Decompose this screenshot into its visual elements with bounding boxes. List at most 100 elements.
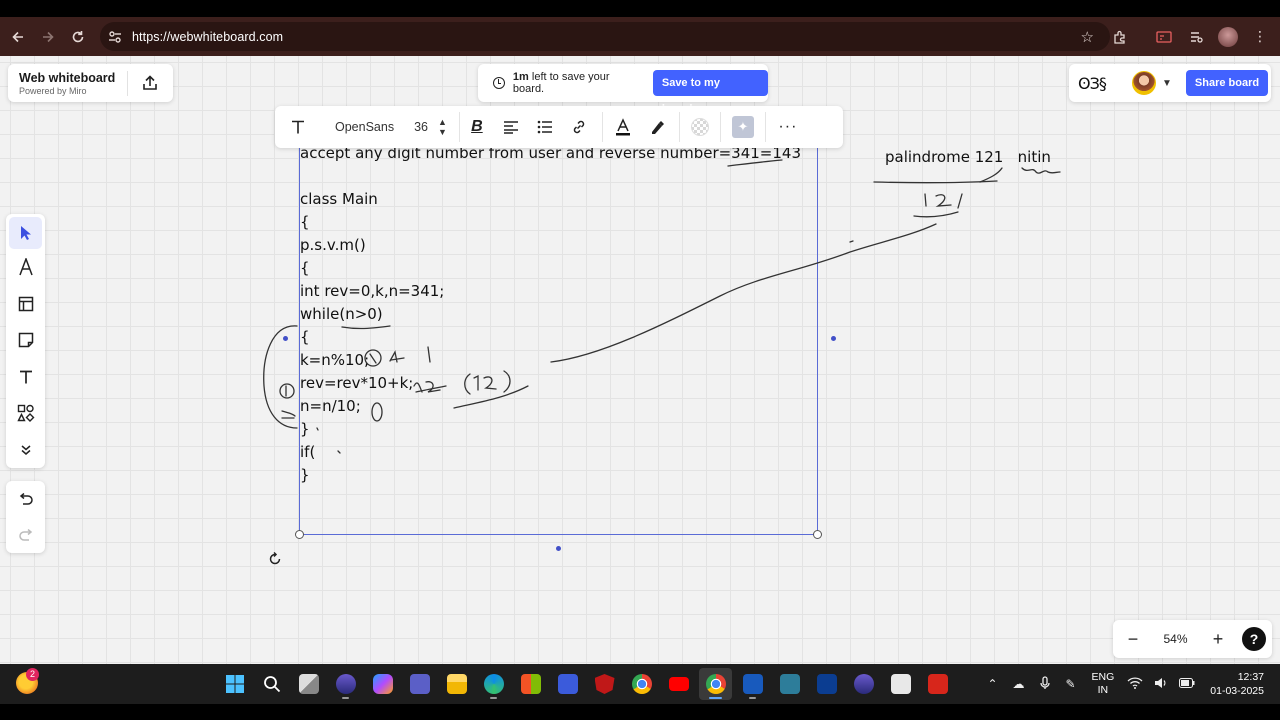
onedrive-cloud-icon[interactable]: ☁ <box>1006 677 1032 691</box>
reactions-icon[interactable]: ʘЗ§ <box>1078 74 1116 93</box>
app-icon[interactable] <box>551 668 584 700</box>
url-text[interactable]: https://webwhiteboard.com <box>132 30 283 44</box>
font-size-value[interactable]: 36 <box>414 106 428 148</box>
palindrome-label: palindrome 121 <box>885 148 1004 166</box>
font-family-dropdown[interactable]: OpenSans <box>321 106 408 148</box>
share-panel: ʘЗ§ ▼ Share board <box>1069 64 1271 102</box>
word-icon[interactable] <box>736 668 769 700</box>
extensions-icon[interactable] <box>1106 23 1134 51</box>
menu-kebab-icon[interactable]: ⋮ <box>1246 23 1274 51</box>
code-line: p.s.v.m() <box>300 236 366 254</box>
teams-icon[interactable] <box>403 668 436 700</box>
more-tools-chevron-icon[interactable] <box>9 432 42 469</box>
clock-time: 12:37 <box>1237 671 1264 683</box>
user-avatar[interactable] <box>1132 71 1156 95</box>
code-line: int rev=0,k,n=341; <box>300 282 445 300</box>
mcafee-icon[interactable] <box>588 668 621 700</box>
code-line: k=n%10; <box>300 351 370 369</box>
align-left-icon[interactable] <box>494 106 528 148</box>
sticky-note-icon[interactable] <box>9 322 42 359</box>
chevron-up-icon[interactable]: ▲ <box>438 117 447 127</box>
text-tool-icon[interactable] <box>9 359 42 396</box>
export-upload-icon[interactable] <box>128 75 172 91</box>
whiteboard-canvas[interactable]: accept any digit number from user and re… <box>0 56 1280 664</box>
language-indicator[interactable]: ENG IN <box>1092 671 1115 697</box>
reload-icon[interactable] <box>63 22 93 52</box>
wifi-icon[interactable] <box>1122 676 1148 692</box>
pen-tool-icon[interactable] <box>9 249 42 286</box>
pen-icon[interactable]: ✎ <box>1058 677 1084 691</box>
ink-bracket <box>263 325 298 429</box>
site-settings-icon[interactable] <box>108 30 130 44</box>
media-control-icon[interactable] <box>1182 23 1210 51</box>
clock-date[interactable]: 12:37 01-03-2025 <box>1210 670 1264 698</box>
windows-taskbar: 2 ⌃ ☁ ✎ ENG IN 12:37 01-03-2025 <box>0 664 1280 704</box>
chevron-up-icon[interactable]: ⌃ <box>980 677 1006 691</box>
chrome-icon[interactable] <box>625 668 658 700</box>
select-cursor-icon[interactable] <box>9 217 42 249</box>
task-view-icon[interactable] <box>292 668 325 700</box>
bold-icon[interactable]: B <box>460 106 494 148</box>
frame-tool-icon[interactable] <box>9 286 42 323</box>
midpoint-handle-bottom[interactable] <box>556 546 561 551</box>
shapes-tool-icon[interactable] <box>9 395 42 432</box>
bookmark-star-icon[interactable]: ☆ <box>1081 28 1094 46</box>
font-size-stepper[interactable]: ▲ ▼ <box>438 117 447 137</box>
windows-start-icon[interactable] <box>218 668 251 700</box>
volume-icon[interactable] <box>1148 677 1174 692</box>
link-icon[interactable] <box>562 106 596 148</box>
microphone-icon[interactable] <box>1032 675 1058 693</box>
dev-icon[interactable] <box>810 668 843 700</box>
share-board-button[interactable]: Share board <box>1185 70 1269 96</box>
app-icon[interactable] <box>847 668 880 700</box>
chevron-down-icon[interactable]: ▼ <box>1162 78 1172 89</box>
battery-icon[interactable] <box>1174 677 1200 691</box>
nitin-label: nitin <box>1017 148 1051 166</box>
notification-badge: 2 <box>26 668 39 681</box>
redo-icon[interactable] <box>9 517 42 553</box>
file-explorer-icon[interactable] <box>440 668 473 700</box>
youtube-icon[interactable] <box>662 668 695 700</box>
back-arrow-icon[interactable] <box>3 22 33 52</box>
text-format-toolbar: OpenSans 36 ▲ ▼ B ✦ ··· <box>275 106 843 148</box>
forward-arrow-icon[interactable] <box>33 22 63 52</box>
ai-assist-icon[interactable]: ✦ <box>721 106 765 148</box>
transparency-icon[interactable] <box>680 106 720 148</box>
store-icon[interactable] <box>514 668 547 700</box>
midpoint-handle-left[interactable] <box>283 336 288 341</box>
app-name[interactable]: Web whiteboard <box>19 71 127 85</box>
taskbar-apps <box>218 668 954 700</box>
bullet-list-icon[interactable] <box>528 106 562 148</box>
undo-icon[interactable] <box>9 481 42 517</box>
app-icon[interactable] <box>329 668 362 700</box>
save-notice-text: 1m left to save your board. <box>513 71 643 95</box>
zoom-out-button[interactable]: − <box>1113 629 1153 650</box>
edge-icon[interactable] <box>477 668 510 700</box>
code-line: rev=rev*10+k; <box>300 374 414 392</box>
chevron-down-icon[interactable]: ▼ <box>438 127 447 137</box>
chrome-active-icon[interactable] <box>699 668 732 700</box>
bottom-black-strip <box>0 704 1280 720</box>
copilot-icon[interactable] <box>366 668 399 700</box>
code-line: { <box>300 328 310 346</box>
help-button[interactable]: ? <box>1242 627 1266 651</box>
text-type-icon[interactable] <box>275 106 321 148</box>
more-options-icon[interactable]: ··· <box>766 106 810 148</box>
acrobat-icon[interactable] <box>921 668 954 700</box>
profile-avatar[interactable] <box>1214 23 1242 51</box>
cast-icon[interactable] <box>1150 23 1178 51</box>
zoom-in-button[interactable]: + <box>1198 629 1238 650</box>
address-bar[interactable]: https://webwhiteboard.com ☆ <box>100 22 1110 51</box>
midpoint-handle-right[interactable] <box>831 336 836 341</box>
app-icon[interactable] <box>773 668 806 700</box>
search-icon[interactable] <box>255 668 288 700</box>
resize-handle-bottom-left[interactable] <box>295 530 304 539</box>
highlighter-icon[interactable] <box>643 106 671 148</box>
resize-handle-bottom-right[interactable] <box>813 530 822 539</box>
code-line: while(n>0) <box>300 305 383 323</box>
zoom-level[interactable]: 54% <box>1153 632 1198 646</box>
save-to-boards-button[interactable]: Save to my boards <box>652 70 768 115</box>
text-color-icon[interactable] <box>603 106 643 148</box>
snipping-tool-icon[interactable] <box>884 668 917 700</box>
rotate-handle-icon[interactable] <box>268 551 282 570</box>
